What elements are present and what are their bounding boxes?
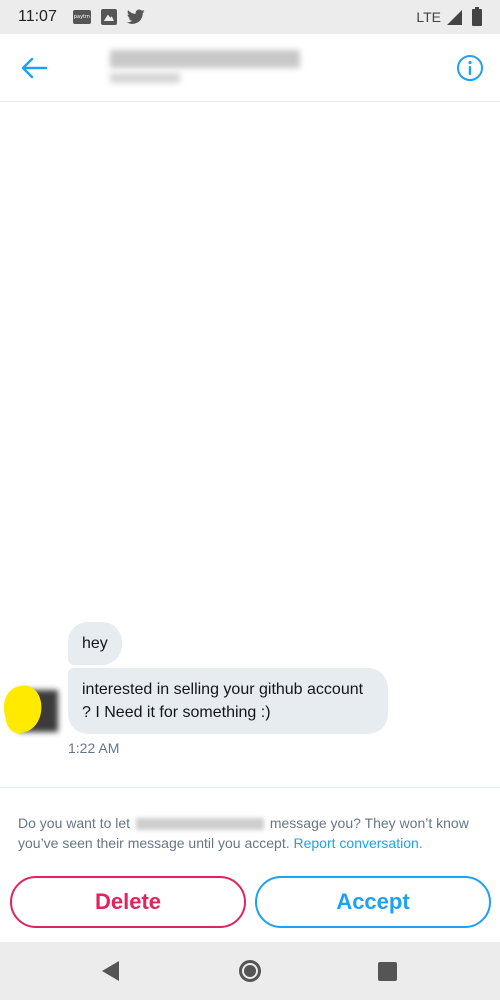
conversation-header — [0, 34, 500, 102]
twitter-icon — [126, 9, 145, 24]
delete-button[interactable]: Delete — [10, 876, 246, 928]
message-bubble[interactable]: interested in selling your github accoun… — [68, 668, 388, 734]
message-thread: hey interested in selling your github ac… — [0, 103, 500, 787]
redacted-inline-name — [135, 818, 264, 831]
contact-name-redacted[interactable] — [105, 46, 365, 92]
accept-button[interactable]: Accept — [255, 876, 491, 928]
avatar[interactable] — [0, 682, 64, 736]
signal-icon — [447, 9, 462, 25]
status-right: LTE — [416, 6, 482, 26]
network-type: LTE — [416, 9, 441, 25]
redacted-handle — [110, 73, 180, 83]
message-request-prompt: Do you want to let message you? They won… — [18, 813, 488, 853]
info-icon[interactable] — [456, 54, 484, 82]
paytm-icon: paytm — [72, 10, 91, 24]
status-bar: 11:07 paytm LTE — [0, 0, 500, 34]
notification-icons: paytm — [72, 9, 145, 25]
report-conversation-link[interactable]: Report conversation. — [294, 835, 423, 851]
back-arrow-icon[interactable] — [20, 56, 48, 80]
system-nav-bar — [0, 942, 500, 1000]
nav-home-icon[interactable] — [239, 960, 261, 982]
battery-icon — [472, 6, 482, 26]
request-text-before: Do you want to let — [18, 815, 131, 831]
nav-back-icon[interactable] — [102, 961, 119, 981]
message-bubble[interactable]: hey — [68, 622, 122, 665]
message-timestamp: 1:22 AM — [68, 740, 120, 756]
redacted-name — [110, 50, 300, 68]
nav-recents-icon[interactable] — [378, 962, 397, 981]
status-time: 11:07 — [18, 8, 57, 25]
gallery-icon — [100, 9, 117, 25]
divider — [0, 787, 500, 788]
